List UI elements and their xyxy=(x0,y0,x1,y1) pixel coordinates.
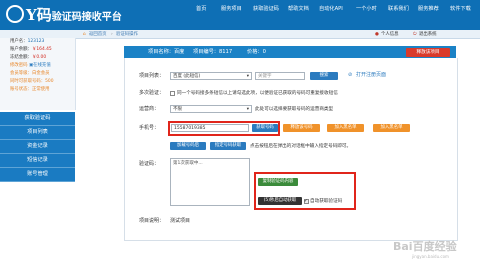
nav-api[interactable]: 自动化API xyxy=(319,4,343,14)
multi-verify-checkbox[interactable] xyxy=(170,91,175,96)
operator-note: 此处可以选择要获取号码的运营商类型 xyxy=(255,107,334,112)
status-row: 账号状态：正常使用 xyxy=(10,86,50,94)
nav-home[interactable]: 首页 xyxy=(196,4,206,14)
level-row: 会员等级：白金会员 xyxy=(10,70,50,78)
phone-label: 手机号： xyxy=(139,125,160,131)
nav-recommend[interactable]: 服务推荐 xyxy=(418,4,439,14)
account-links-row: 修改密码 ▣在线充值 xyxy=(10,62,51,70)
copy-code-button[interactable]: 复制验证码内容 xyxy=(258,178,298,186)
project-select-value: 百度 (此短信) xyxy=(173,74,201,79)
recharge-link[interactable]: 在线充值 xyxy=(33,63,51,68)
code-label: 验证码： xyxy=(139,161,160,167)
sidebar-item-projects[interactable]: 项目列表 xyxy=(0,126,75,140)
project-id: 项目编号：8117 xyxy=(193,48,232,56)
status-value: 正常使用 xyxy=(31,87,50,92)
balance-row: 账户余额：￥164.45 xyxy=(10,46,52,54)
breadcrumb-current: 验证码操作 xyxy=(116,32,138,37)
frozen-label: 冻结金额： xyxy=(10,55,32,60)
load-number-button[interactable]: 加载号码后 xyxy=(170,142,206,150)
nav-hour[interactable]: 一个小时 xyxy=(356,4,377,14)
nav-help[interactable]: 帮助文档 xyxy=(288,4,309,14)
balance-value: ￥164.45 xyxy=(31,47,52,52)
frozen-value: ￥0.00 xyxy=(31,55,47,60)
breadcrumb-separator: › xyxy=(111,32,113,37)
site-title: 验证码接收平台 xyxy=(51,12,122,23)
project-list-label: 项目列表： xyxy=(139,73,165,79)
status-label: 账号状态： xyxy=(10,87,32,92)
code-textarea[interactable]: 第1次获取中... xyxy=(170,158,250,206)
edit-password-link[interactable]: 修改密码 xyxy=(10,63,28,68)
level-label: 会员等级： xyxy=(10,71,32,76)
logo-text: Y码 xyxy=(26,6,52,24)
nav-contact[interactable]: 联系我们 xyxy=(388,4,409,14)
logout-link[interactable]: 退出系统 xyxy=(419,31,437,38)
project-desc-value: 测试项目 xyxy=(170,218,191,224)
sidebar-item-get-code[interactable]: 获取验证码 xyxy=(0,112,75,126)
nav-get-code[interactable]: 获取验证码 xyxy=(253,4,279,14)
search-button[interactable]: 搜索 xyxy=(310,72,338,80)
release-project-button[interactable]: 释放该项目 xyxy=(406,48,450,57)
operator-label: 运营商： xyxy=(139,106,160,112)
username-label: 用户名： xyxy=(10,39,28,44)
user-info-link[interactable]: 个人信息 xyxy=(381,31,399,38)
sidebar-item-account[interactable]: 账号管理 xyxy=(0,168,75,182)
level-value: 白金会员 xyxy=(31,71,50,76)
project-select[interactable]: 百度 (此短信) ▾ xyxy=(170,72,252,80)
multi-verify-label: 多次验证： xyxy=(139,90,165,96)
project-name-label: 项目名称： xyxy=(148,49,174,55)
home-icon: ⌂ xyxy=(83,32,86,37)
username-row: 用户名：123123 xyxy=(10,38,44,46)
username-value: 123123 xyxy=(27,39,45,44)
operator-select-value: 不限 xyxy=(173,107,182,112)
balance-label: 账户余额： xyxy=(10,47,32,52)
nav-services[interactable]: 服务项目 xyxy=(221,4,242,14)
release-number-button[interactable]: 释放该号码 xyxy=(283,124,320,132)
sidebar-item-funds[interactable]: 资金记录 xyxy=(0,140,75,154)
project-id-label: 项目编号： xyxy=(193,49,219,55)
specify-number-button[interactable]: 指定号码获取 xyxy=(210,142,246,150)
project-id-value: 8117 xyxy=(218,49,233,55)
blacklist-button[interactable]: 加入黑名单 xyxy=(327,124,364,132)
get-count-value: 500 xyxy=(45,79,54,84)
project-name-value: 百度 xyxy=(173,49,185,55)
watermark-url: jingyan.baidu.com xyxy=(412,254,449,259)
sidebar-item-sms[interactable]: 短信记录 xyxy=(0,154,75,168)
project-price-value: 0 xyxy=(262,49,266,55)
project-price-label: 价格： xyxy=(247,49,263,55)
power-icon: ⏻ xyxy=(413,32,417,37)
frozen-row: 冻结金额：￥0.00 xyxy=(10,54,46,62)
project-price: 价格：0 xyxy=(247,48,266,56)
logo-mark-icon xyxy=(6,5,24,23)
checkmark-icon: ✔ xyxy=(304,198,308,203)
project-desc-label: 项目说明： xyxy=(139,218,165,224)
phone-input[interactable]: 15587019385 xyxy=(171,124,249,132)
operator-select[interactable]: 不限 ▾ xyxy=(170,105,252,113)
assign-note: 点击按钮后在弹出的对话框中输入指定号码即可。 xyxy=(250,144,352,149)
site-logo[interactable]: Y码验证码接收平台 xyxy=(6,5,122,25)
get-number-button[interactable]: 获取号码 xyxy=(252,124,278,132)
project-name: 项目名称：百度 xyxy=(148,48,184,56)
blacklist-button-2[interactable]: 加入黑名单 xyxy=(373,124,410,132)
auto-fetch-button[interactable]: (5)秒后自动获取 xyxy=(258,197,302,205)
user-icon: ● xyxy=(375,32,379,37)
chevron-down-icon: ▾ xyxy=(246,74,249,79)
breadcrumb-home[interactable]: 返回首页 xyxy=(89,31,107,38)
auto-fetch-label: 自动获取验证码 xyxy=(310,199,343,204)
get-count-row: 同时可获取号码：500 xyxy=(10,78,54,86)
link-icon: ⊘ xyxy=(348,72,353,78)
get-count-label: 同时可获取号码： xyxy=(10,79,46,84)
nav-download[interactable]: 软件下载 xyxy=(450,4,471,14)
multi-verify-text: 同一个号码接多条短信以上请勾选此项，以便验证已获取的号码可重复接收短信 xyxy=(177,91,338,96)
chevron-down-icon: ▾ xyxy=(246,107,249,112)
keyword-input[interactable]: 关键字 xyxy=(255,72,305,80)
open-register-link[interactable]: 打开注册页面 xyxy=(356,71,386,80)
